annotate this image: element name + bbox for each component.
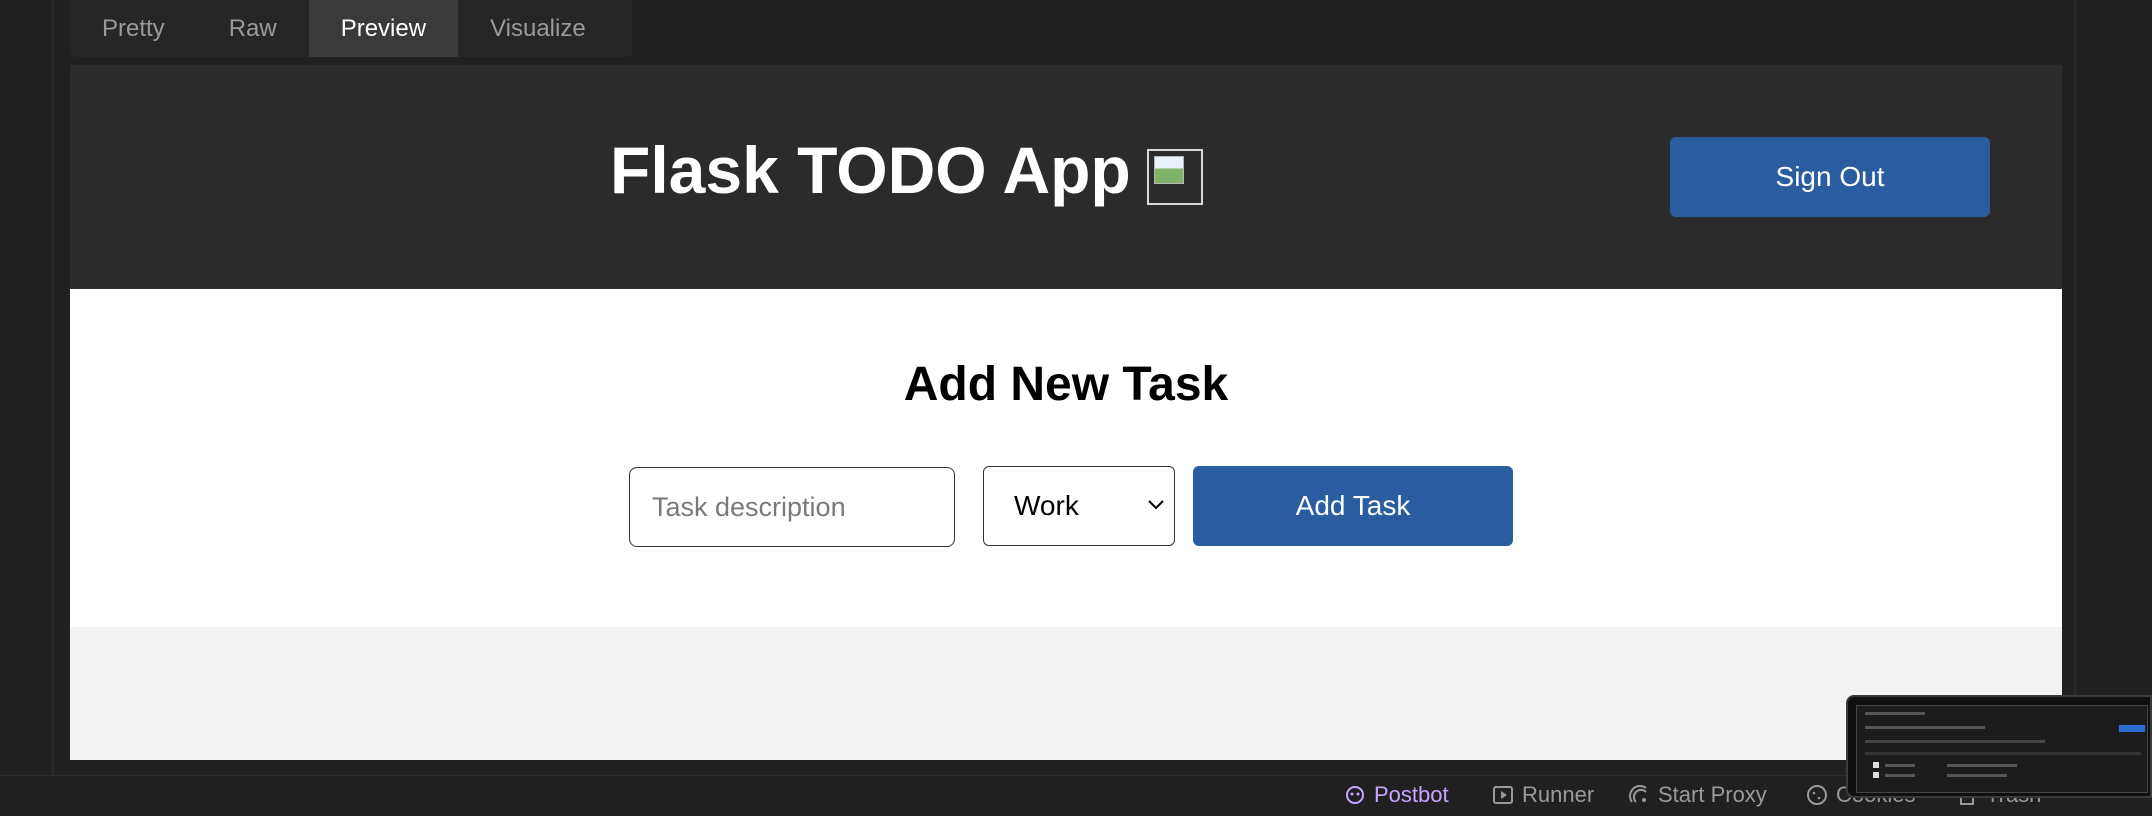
site-title: Flask TODO App: [610, 133, 1131, 207]
category-select[interactable]: Work: [983, 466, 1175, 546]
left-rail: [52, 0, 54, 775]
response-preview: Flask TODO App Sign Out Add New Task Wor…: [70, 65, 2062, 760]
thumb-bar: [1865, 752, 2141, 755]
postbot-button[interactable]: Postbot: [1344, 782, 1449, 808]
postman-app: Pretty Raw Preview Visualize Flask TODO …: [0, 0, 2152, 816]
thumb-checkbox: [1873, 772, 1879, 778]
thumb-bar: [1885, 764, 1915, 767]
runner-label: Runner: [1522, 782, 1595, 807]
response-view-tabs: Pretty Raw Preview Visualize: [70, 0, 632, 57]
chevron-down-icon: [1148, 500, 1164, 510]
category-selected-value: Work: [1014, 490, 1079, 521]
runner-icon: [1493, 786, 1513, 804]
postbot-icon: [1346, 786, 1364, 804]
tab-raw[interactable]: Raw: [197, 0, 309, 57]
cookie-icon: [1807, 785, 1827, 805]
add-task-section: Add New Task Work Add Task: [70, 289, 2062, 627]
thumb-bar: [1865, 740, 2045, 743]
thumb-checkbox: [1873, 762, 1879, 768]
thumb-bar: [1947, 764, 2017, 767]
status-bar: Postbot Runner Start Proxy Cookies: [0, 775, 2152, 816]
tab-preview[interactable]: Preview: [308, 0, 459, 57]
runner-button[interactable]: Runner: [1492, 782, 1594, 808]
tab-visualize[interactable]: Visualize: [458, 0, 618, 57]
right-rail: [2074, 0, 2076, 775]
task-description-input[interactable]: [629, 467, 955, 547]
thumb-send-button: [2119, 725, 2145, 732]
add-task-button[interactable]: Add Task: [1193, 466, 1513, 546]
start-proxy-button[interactable]: Start Proxy: [1628, 782, 1767, 808]
site-header: Flask TODO App Sign Out: [70, 65, 2062, 289]
thumbnail-content: [1856, 705, 2148, 793]
thumb-bar: [1865, 712, 1925, 715]
proxy-icon: [1629, 785, 1647, 803]
postbot-label: Postbot: [1374, 782, 1449, 807]
broken-image-glyph: [1154, 156, 1184, 184]
tab-pretty[interactable]: Pretty: [70, 0, 197, 57]
add-task-title: Add New Task: [903, 358, 1229, 411]
window-thumbnail-preview[interactable]: [1846, 695, 2152, 798]
thumb-bar: [1947, 774, 2007, 777]
sign-out-button[interactable]: Sign Out: [1670, 137, 1990, 217]
thumb-bar: [1865, 726, 1985, 729]
image-placeholder-icon: [1147, 149, 1203, 205]
thumb-bar: [1885, 774, 1915, 777]
start-proxy-label: Start Proxy: [1658, 782, 1767, 807]
